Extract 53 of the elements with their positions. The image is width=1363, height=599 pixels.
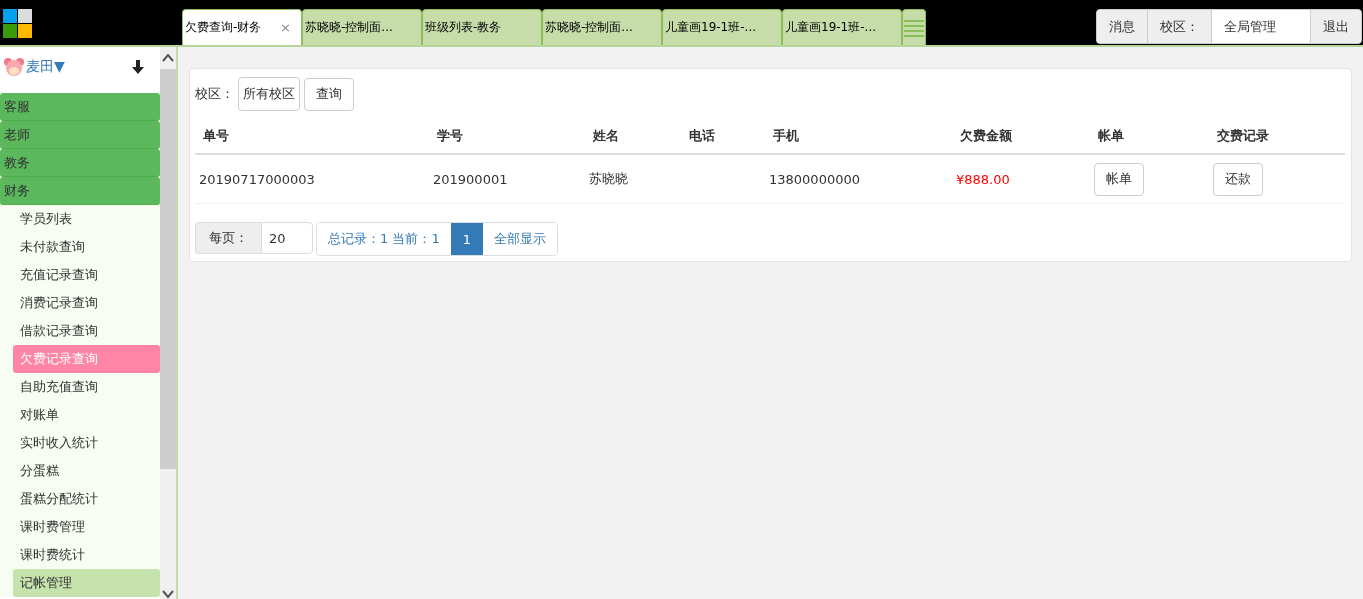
menu-item[interactable]: 分蛋糕 [13,457,160,485]
menu-group[interactable]: 老师 [0,121,160,149]
page-button[interactable]: 1 [450,223,483,255]
column-header: 单号 [195,119,429,155]
menu-group[interactable]: 财务 [0,177,160,205]
tab[interactable]: 欠费查询-财务 × [182,9,302,45]
table-cell: 201900001 [433,171,508,187]
menu-item[interactable]: 学员列表 [13,205,160,233]
tab[interactable]: 苏晓晓-控制面... [302,9,422,45]
bill-button[interactable]: 帐单 [1094,162,1144,196]
column-header: 学号 [429,119,585,155]
messages-button[interactable]: 消息 [1097,10,1148,43]
per-page-field[interactable]: 20 [261,222,313,254]
query-button[interactable]: 查询 [304,77,354,111]
column-header: 欠费金额 [952,119,1090,155]
table-cell: 苏晓晓 [589,170,628,188]
campus-field[interactable]: 全局管理 [1212,10,1311,43]
per-page-label: 每页： [195,222,261,254]
close-icon[interactable]: × [280,20,291,35]
logo-icon [3,9,32,38]
scrollbar-thumb[interactable] [160,69,176,469]
user-menu[interactable]: 麦田▼ [26,58,65,76]
menu-item[interactable]: 对账单 [13,401,160,429]
menu-item[interactable]: 借款记录查询 [13,317,160,345]
tab[interactable]: 儿童画19-1班-... [782,9,902,45]
column-header: 电话 [681,119,765,155]
menu-item[interactable]: 课时费管理 [13,513,160,541]
tab[interactable]: 班级列表-教务 [422,9,542,45]
menu-item[interactable]: 实时收入统计 [13,429,160,457]
menu-item[interactable]: 自助充值查询 [13,373,160,401]
menu-item[interactable]: 蛋糕分配统计 [13,485,160,513]
repay-button[interactable]: 还款 [1213,162,1263,196]
menu-item[interactable]: 课时费统计 [13,541,160,569]
menu-group[interactable]: 客服 [0,93,160,121]
tab[interactable]: 儿童画19-1班-... [662,9,782,45]
scroll-down-icon[interactable] [162,589,174,599]
campus-select[interactable]: 所有校区 [238,77,300,111]
table-cell: 13800000000 [769,171,860,187]
column-header: 交费记录 [1209,119,1345,155]
table-cell: ¥888.00 [956,171,1010,187]
campus-label: 校区： [195,85,234,103]
menu-item[interactable]: 记帐管理 [13,569,160,597]
download-icon[interactable] [132,60,144,74]
menu-group[interactable]: 教务 [0,149,160,177]
menu-item[interactable]: 消费记录查询 [13,289,160,317]
column-header: 手机 [765,119,952,155]
avatar-icon [4,57,24,77]
table-cell: 20190717000003 [199,171,315,187]
column-header: 姓名 [585,119,681,155]
menu-item[interactable]: 充值记录查询 [13,261,160,289]
tab[interactable]: 苏晓晓-控制面... [542,9,662,45]
menu-item[interactable]: 未付款查询 [13,233,160,261]
column-header: 帐单 [1090,119,1209,155]
